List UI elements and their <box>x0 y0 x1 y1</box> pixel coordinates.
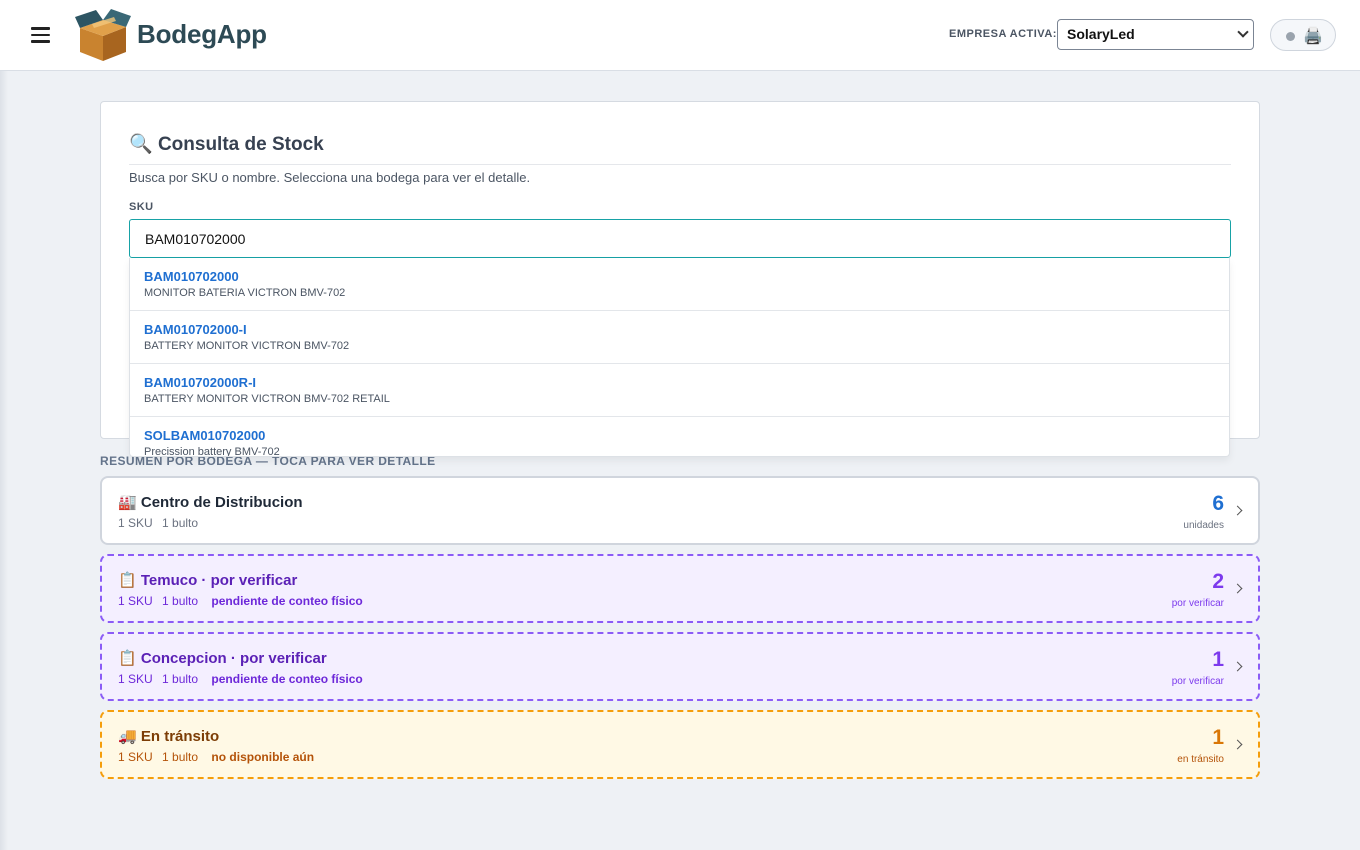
clipboard-icon: 📋 <box>118 650 137 667</box>
suggestion-desc: BATTERY MONITOR VICTRON BMV-702 RETAIL <box>144 393 390 405</box>
empresa-select[interactable]: SolaryLed <box>1057 19 1254 50</box>
title-divider <box>129 164 1231 165</box>
bodega-title: 🏭 Centro de Distribucion <box>118 493 303 511</box>
empresa-selected-value: SolaryLed <box>1067 26 1135 42</box>
bodega-title: 🚚 En tránsito <box>118 727 219 745</box>
bodega-unit: en tránsito <box>1177 754 1224 765</box>
bodega-row-temuco[interactable]: 📋 Temuco · por verificar 1 SKU 1 bulto p… <box>100 554 1260 623</box>
chevron-right-icon <box>1232 583 1243 594</box>
bodega-name: Concepcion · por verificar <box>140 650 327 667</box>
box-logo-icon <box>75 9 131 61</box>
bodega-meta: 1 SKU 1 bulto <box>118 516 204 530</box>
page-title-text: Consulta de Stock <box>157 134 324 155</box>
suggestion-desc: BATTERY MONITOR VICTRON BMV-702 <box>144 340 350 352</box>
status-dot-icon <box>1286 32 1295 41</box>
sku-search-input[interactable] <box>129 219 1231 258</box>
suggestion-code: BAM010702000-I <box>144 322 247 337</box>
sku-count: 1 SKU <box>118 750 153 764</box>
bodega-title: 📋 Concepcion · por verificar <box>118 649 327 667</box>
bodega-name: En tránsito <box>140 728 220 745</box>
brand-name: BodegApp <box>137 19 267 49</box>
bulto-count: 1 bulto <box>162 672 199 686</box>
empresa-label: EMPRESA ACTIVA: <box>949 28 1057 40</box>
chevron-right-icon <box>1232 739 1243 750</box>
bodega-meta: 1 SKU 1 bulto no disponible aún <box>118 750 320 764</box>
bulto-count: 1 bulto <box>162 750 199 764</box>
bodega-quantity: 2 <box>1212 570 1224 593</box>
bodega-note: no disponible aún <box>211 750 315 764</box>
factory-icon: 🏭 <box>118 494 137 511</box>
suggestion-desc: Precission battery BMV-702 <box>144 446 280 457</box>
chevron-down-icon <box>1237 26 1249 38</box>
bulto-count: 1 bulto <box>162 594 199 608</box>
bodega-quantity: 1 <box>1212 648 1224 671</box>
printer-status-toggle[interactable]: 🖨️ <box>1270 19 1336 51</box>
chevron-right-icon <box>1232 661 1243 672</box>
printer-icon: 🖨️ <box>1303 28 1323 45</box>
bodega-row-en-transito[interactable]: 🚚 En tránsito 1 SKU 1 bulto no disponibl… <box>100 710 1260 779</box>
sku-count: 1 SKU <box>118 516 153 530</box>
suggestion-item[interactable]: BAM010702000 MONITOR BATERIA VICTRON BMV… <box>130 258 1229 311</box>
magnifier-icon: 🔍 <box>129 134 153 155</box>
suggestion-code: BAM010702000 <box>144 269 239 284</box>
chevron-right-icon <box>1232 505 1243 516</box>
sku-count: 1 SKU <box>118 594 153 608</box>
bodega-name: Temuco · por verificar <box>140 572 298 589</box>
bodega-title: 📋 Temuco · por verificar <box>118 571 297 589</box>
sku-suggestions-dropdown: BAM010702000 MONITOR BATERIA VICTRON BMV… <box>129 258 1230 457</box>
clipboard-icon: 📋 <box>118 572 137 589</box>
hamburger-icon[interactable] <box>31 27 50 43</box>
card-subtitle: Busca por SKU o nombre. Selecciona una b… <box>129 170 531 185</box>
bodega-row-centro-distribucion[interactable]: 🏭 Centro de Distribucion 1 SKU 1 bulto 6… <box>100 476 1260 545</box>
bodega-meta: 1 SKU 1 bulto pendiente de conteo físico <box>118 594 369 608</box>
suggestion-item[interactable]: SOLBAM010702000 Precission battery BMV-7… <box>130 417 1229 457</box>
bodega-name: Centro de Distribucion <box>140 494 303 511</box>
bodega-unit: por verificar <box>1171 676 1224 687</box>
bodega-quantity: 6 <box>1212 492 1224 515</box>
left-edge-shade <box>0 71 8 850</box>
bodega-unit: unidades <box>1183 520 1224 531</box>
suggestion-item[interactable]: BAM010702000-I BATTERY MONITOR VICTRON B… <box>130 311 1229 364</box>
bodega-unit: por verificar <box>1171 598 1224 609</box>
truck-icon: 🚚 <box>118 728 137 745</box>
suggestion-item[interactable]: BAM010702000R-I BATTERY MONITOR VICTRON … <box>130 364 1229 417</box>
bodega-note: pendiente de conteo físico <box>211 672 363 686</box>
top-header: BodegApp EMPRESA ACTIVA: SolaryLed 🖨️ <box>0 0 1360 71</box>
bulto-count: 1 bulto <box>162 516 199 530</box>
suggestion-desc: MONITOR BATERIA VICTRON BMV-702 <box>144 287 346 299</box>
sku-count: 1 SKU <box>118 672 153 686</box>
bodega-note: pendiente de conteo físico <box>211 594 363 608</box>
suggestion-code: SOLBAM010702000 <box>144 428 266 443</box>
page-title: 🔍 Consulta de Stock <box>129 132 324 156</box>
sku-label: SKU <box>129 201 154 213</box>
bodega-quantity: 1 <box>1212 726 1224 749</box>
bodega-meta: 1 SKU 1 bulto pendiente de conteo físico <box>118 672 369 686</box>
suggestion-code: BAM010702000R-I <box>144 375 257 390</box>
bodega-row-concepcion[interactable]: 📋 Concepcion · por verificar 1 SKU 1 bul… <box>100 632 1260 701</box>
